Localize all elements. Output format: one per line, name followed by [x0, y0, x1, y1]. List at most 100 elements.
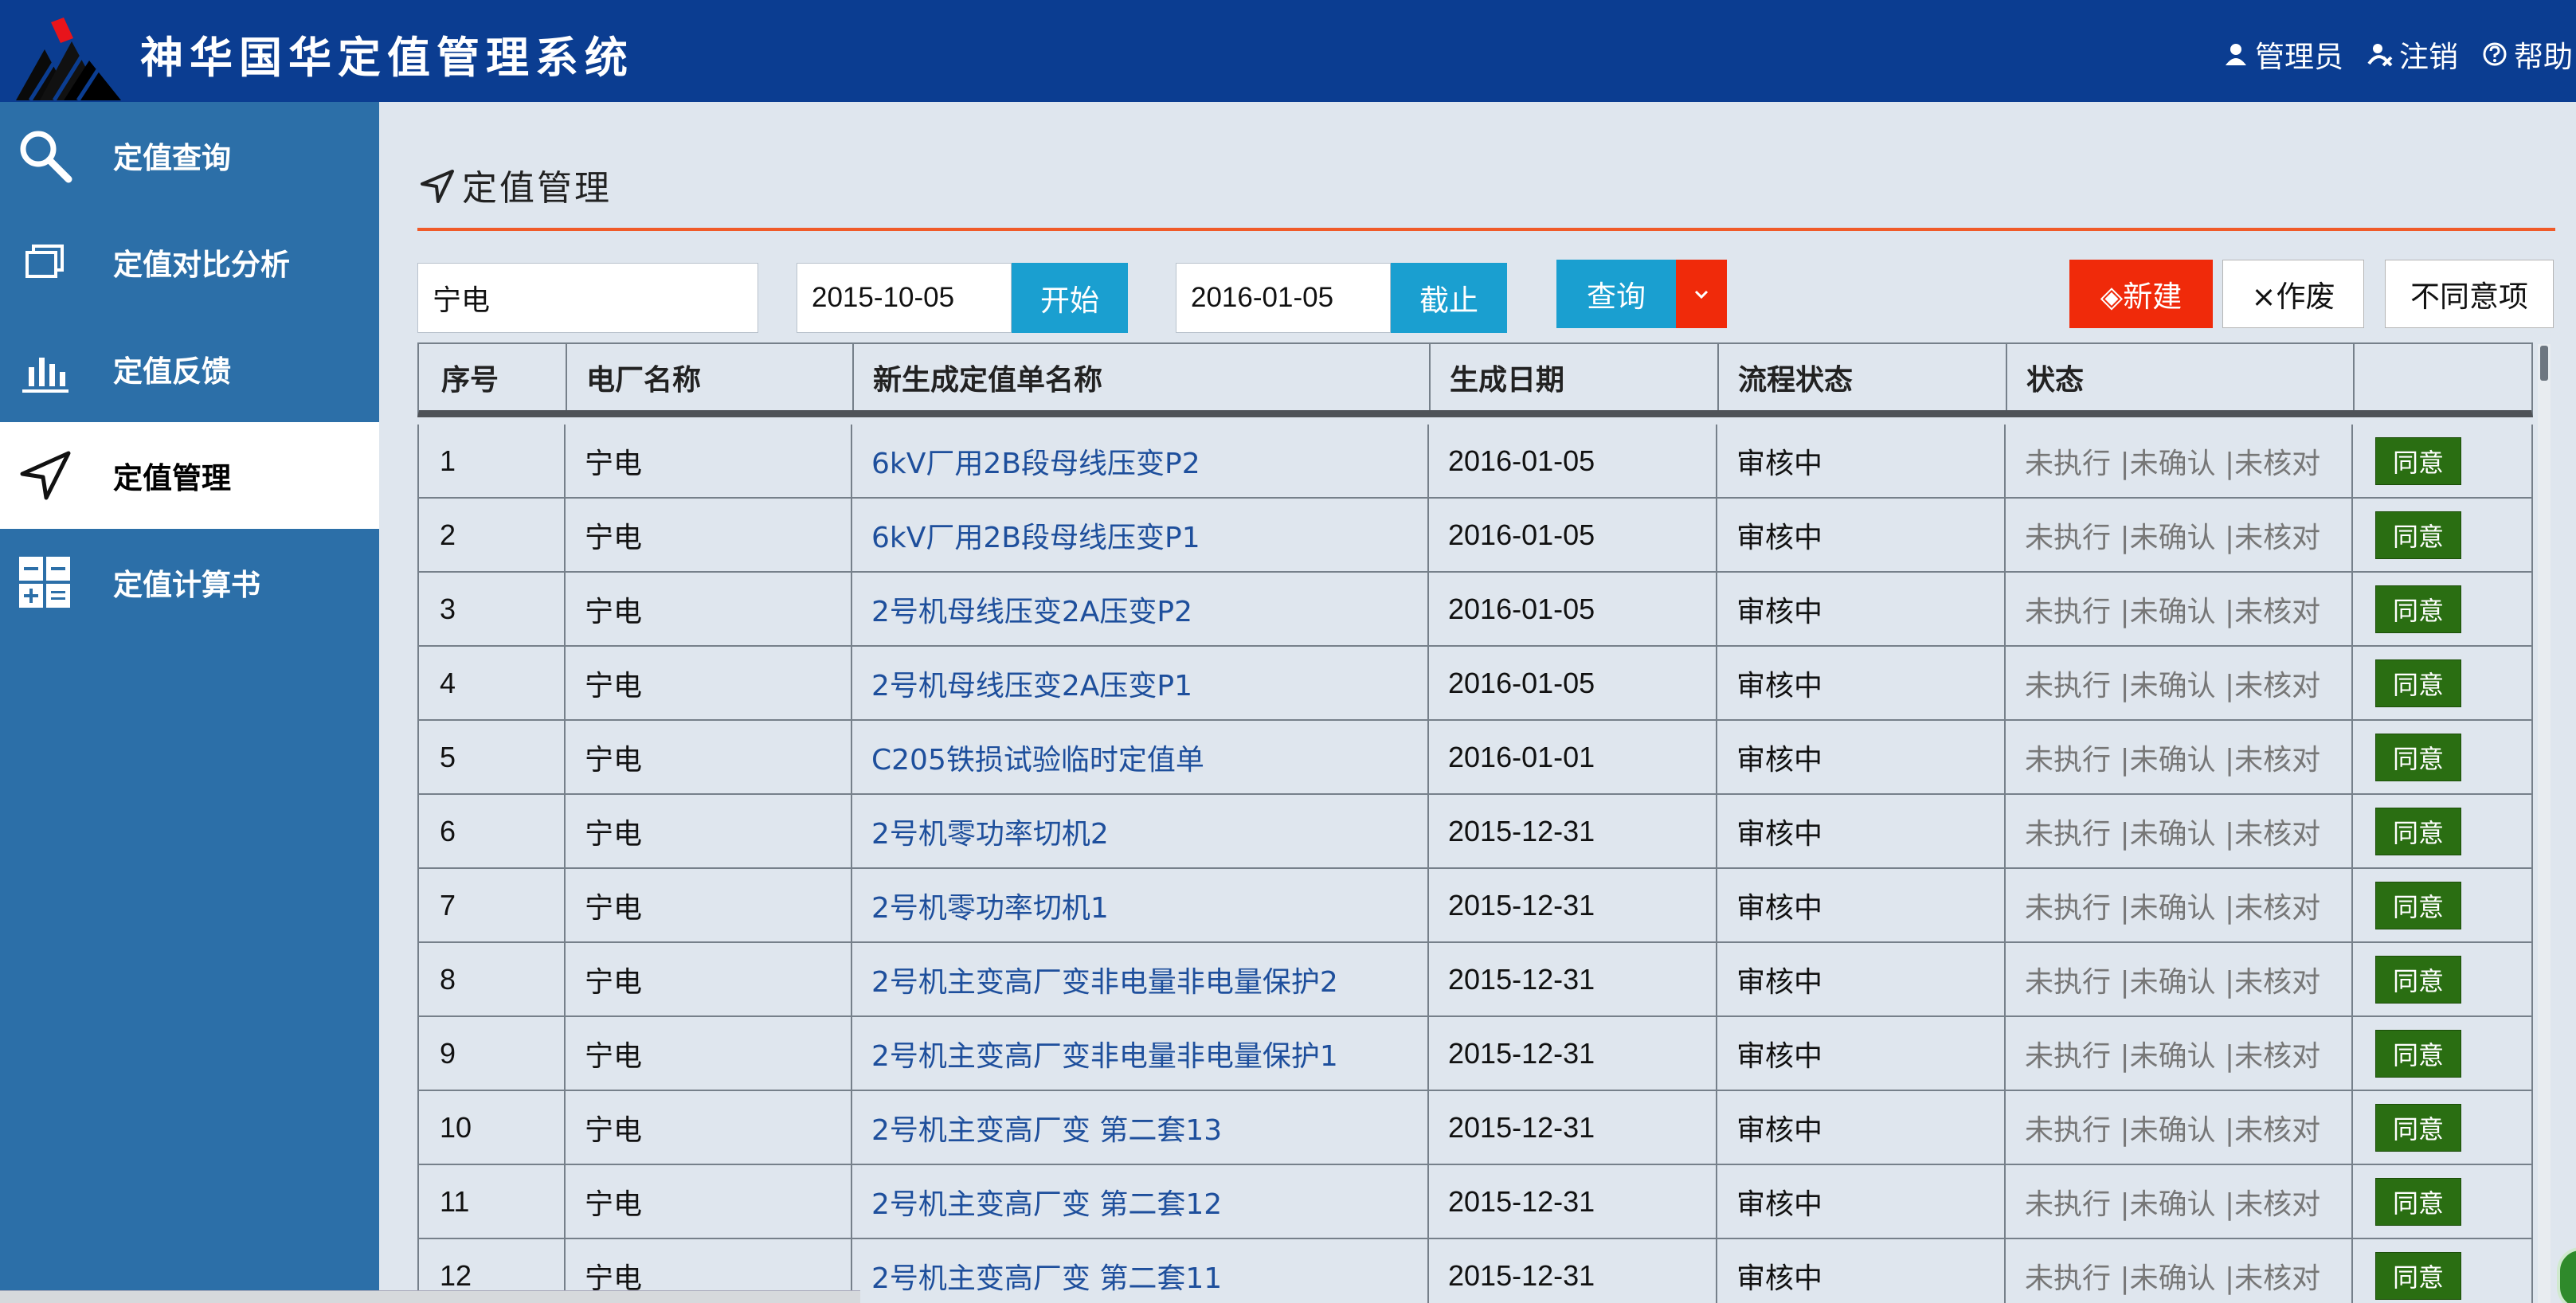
agree-button[interactable]: 同意: [2375, 1251, 2461, 1300]
row-date: 2015-12-31: [1427, 869, 1716, 941]
row-date: 2016-01-05: [1427, 425, 1716, 497]
header-cell-plant: 电厂名称: [566, 344, 852, 410]
row-name-link[interactable]: 2号机主变高厂变 第二套11: [851, 1239, 1427, 1303]
agree-button[interactable]: 同意: [2375, 881, 2461, 929]
row-status: 未执行 |未确认 |未核对: [2004, 1091, 2351, 1164]
end-date-button[interactable]: 截止: [1391, 263, 1507, 333]
search-icon: [20, 131, 72, 183]
row-border: [2531, 1239, 2533, 1303]
table-row: 1 宁电 6kV厂用2B段母线压变P2 2016-01-05 审核中 未执行 |未确认 |…: [417, 425, 2533, 499]
sidebar-item-label: 定值对比分析: [113, 248, 290, 282]
agree-button[interactable]: 同意: [2375, 1029, 2461, 1078]
row-date: 2015-12-31: [1427, 1165, 1716, 1238]
help-link[interactable]: 帮助: [2482, 33, 2573, 76]
agree-button[interactable]: 同意: [2375, 1103, 2461, 1152]
row-flow-status: 审核中: [1716, 1239, 2004, 1303]
row-status: 未执行 |未确认 |未核对: [2004, 869, 2351, 941]
row-no: 9: [440, 1036, 456, 1070]
row-name-link[interactable]: 2号机主变高厂变 第二套12: [851, 1165, 1427, 1238]
agree-button[interactable]: 同意: [2375, 807, 2461, 855]
row-border: [2531, 1091, 2533, 1164]
query-button[interactable]: 查询: [1556, 260, 1676, 328]
row-no: 1: [440, 444, 456, 477]
agree-button[interactable]: 同意: [2375, 1177, 2461, 1226]
row-name-link[interactable]: 6kV厂用2B段母线压变P1: [851, 499, 1427, 571]
title-divider: [417, 228, 2555, 231]
row-name-link[interactable]: 6kV厂用2B段母线压变P2: [851, 425, 1427, 497]
agree-button[interactable]: 同意: [2375, 955, 2461, 1004]
row-flow-status: 审核中: [1716, 795, 2004, 867]
row-name-link[interactable]: 2号机母线压变2A压变P1: [851, 647, 1427, 719]
sidebar-item-calc-book[interactable]: 定值计算书: [0, 529, 379, 636]
row-plant: 宁电: [564, 425, 851, 497]
end-date-input[interactable]: 2016-01-05: [1176, 263, 1391, 333]
row-date: 2015-12-31: [1427, 943, 1716, 1015]
row-plant: 宁电: [564, 1017, 851, 1090]
table-header: 序号 电厂名称 新生成定值单名称 生成日期 流程状态 状态: [417, 342, 2533, 417]
sidebar-item-query[interactable]: 定值查询: [0, 102, 379, 209]
sidebar-item-label: 定值查询: [113, 141, 231, 175]
row-name-link[interactable]: 2号机零功率切机2: [851, 795, 1427, 867]
row-name-link[interactable]: 2号机零功率切机1: [851, 869, 1427, 941]
agree-button[interactable]: 同意: [2375, 585, 2461, 633]
row-no: 4: [440, 666, 456, 699]
query-dropdown-button[interactable]: [1676, 260, 1727, 328]
row-no: 8: [440, 962, 456, 996]
row-action-cell: 同意: [2351, 1239, 2531, 1303]
row-no: 2: [440, 518, 456, 551]
row-flow-status: 审核中: [1716, 425, 2004, 497]
sidebar-item-manage[interactable]: 定值管理: [0, 422, 379, 529]
bar-chart-icon: [22, 358, 69, 393]
row-action-cell: 同意: [2351, 1165, 2531, 1238]
row-plant: 宁电: [564, 721, 851, 793]
copy-icon: [25, 245, 64, 278]
row-no: 3: [440, 592, 456, 625]
row-name-link[interactable]: 2号机主变高厂变 第二套13: [851, 1091, 1427, 1164]
row-name-link[interactable]: 2号机母线压变2A压变P2: [851, 573, 1427, 645]
sidebar-item-feedback[interactable]: 定值反馈: [0, 315, 379, 422]
row-flow-status: 审核中: [1716, 1017, 2004, 1090]
horizontal-scrollbar[interactable]: [0, 1290, 860, 1303]
vertical-scrollbar[interactable]: [2538, 344, 2551, 1303]
disagree-items-button[interactable]: 不同意项: [2385, 260, 2554, 328]
row-border: [2531, 943, 2533, 1015]
row-flow-status: 审核中: [1716, 869, 2004, 941]
user-label: 管理员: [2255, 40, 2343, 74]
row-no: 11: [440, 1184, 470, 1218]
sidebar-item-compare[interactable]: 定值对比分析: [0, 209, 379, 315]
navigation-arrow-icon: [20, 451, 71, 500]
row-status: 未执行 |未确认 |未核对: [2004, 943, 2351, 1015]
logout-icon: [2367, 44, 2393, 67]
agree-button[interactable]: 同意: [2375, 733, 2461, 781]
row-date: 2016-01-05: [1427, 647, 1716, 719]
start-date-button[interactable]: 开始: [1012, 263, 1128, 333]
start-date-input[interactable]: 2015-10-05: [797, 263, 1012, 333]
agree-button[interactable]: 同意: [2375, 659, 2461, 707]
row-plant: 宁电: [564, 1165, 851, 1238]
agree-button[interactable]: 同意: [2375, 436, 2461, 485]
plant-name-input[interactable]: 宁电: [417, 263, 758, 333]
row-status: 未执行 |未确认 |未核对: [2004, 425, 2351, 497]
row-date: 2015-12-31: [1427, 1017, 1716, 1090]
row-name-link[interactable]: C205铁损试验临时定值单: [851, 721, 1427, 793]
agree-button[interactable]: 同意: [2375, 511, 2461, 559]
row-border: [2531, 795, 2533, 867]
floating-badge-icon[interactable]: [2557, 1247, 2576, 1303]
logo-icon: [16, 18, 121, 100]
row-name-link[interactable]: 2号机主变高厂变非电量非电量保护1: [851, 1017, 1427, 1090]
table-row: 2 宁电 6kV厂用2B段母线压变P1 2016-01-05 审核中 未执行 |未确认 |…: [417, 499, 2533, 573]
new-button[interactable]: ◈新建: [2069, 260, 2213, 328]
row-plant: 宁电: [564, 499, 851, 571]
logout-link[interactable]: 注销: [2367, 33, 2458, 76]
row-plant: 宁电: [564, 795, 851, 867]
help-icon: [2483, 42, 2507, 66]
scrollbar-thumb[interactable]: [2540, 346, 2548, 381]
row-status: 未执行 |未确认 |未核对: [2004, 1239, 2351, 1303]
table-row: 9 宁电 2号机主变高厂变非电量非电量保护1 2015-12-31 审核中 未执行 |未确…: [417, 1017, 2533, 1091]
sidebar-item-label: 定值反馈: [113, 354, 231, 389]
row-name-link[interactable]: 2号机主变高厂变非电量非电量保护2: [851, 943, 1427, 1015]
void-button[interactable]: ⨯作废: [2222, 260, 2364, 328]
header-cell-no: 序号: [441, 363, 499, 397]
user-menu[interactable]: 管理员: [2223, 33, 2343, 76]
row-flow-status: 审核中: [1716, 943, 2004, 1015]
